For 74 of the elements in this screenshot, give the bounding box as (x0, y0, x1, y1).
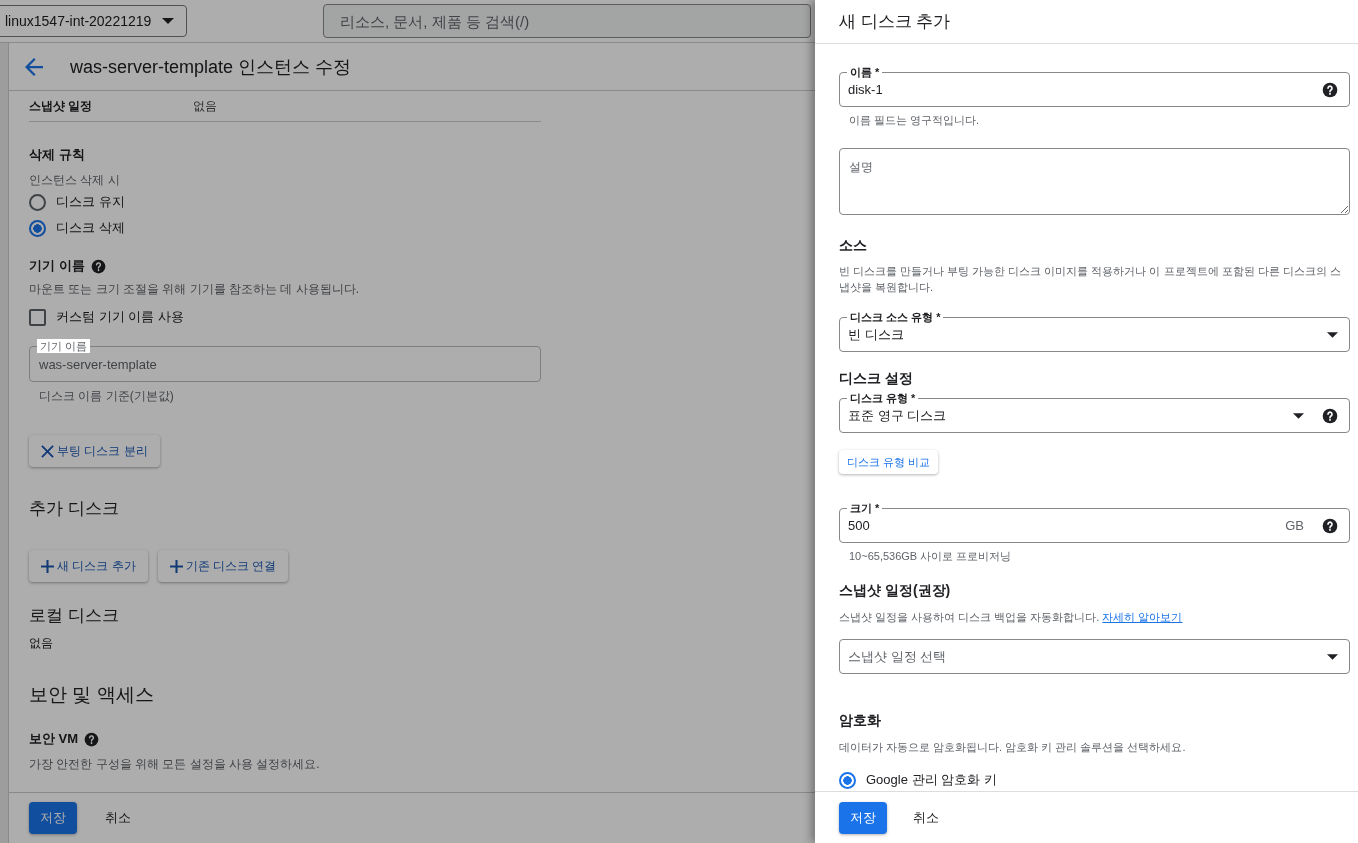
help-icon[interactable] (1322, 517, 1338, 534)
section-heading: 로컬 디스크 (29, 605, 119, 627)
section-description: 데이터가 자동으로 암호화됩니다. 암호화 키 관리 솔루션을 선택하세요. (839, 740, 1187, 755)
field-label: 디스크 유형 * (847, 391, 919, 405)
field-label: 이름 * (847, 65, 883, 79)
detach-boot-disk-button[interactable]: 부팅 디스크 분리 (29, 435, 160, 467)
field-value: 빈 디스크 (848, 325, 905, 344)
help-icon[interactable] (84, 731, 100, 747)
help-icon[interactable] (1322, 407, 1338, 424)
section-description: 마운트 또는 크기 조절을 위해 기기를 참조하는 데 사용됩니다. (29, 281, 359, 298)
disk-source-select[interactable]: 디스크 소스 유형 * 빈 디스크 (839, 309, 1350, 352)
field-label: 크기 * (847, 501, 883, 515)
plus-icon (169, 559, 183, 573)
unit-label: GB (1285, 518, 1304, 533)
name-field[interactable]: 이름 * disk-1 (839, 64, 1350, 107)
section-subtitle: 인스턴스 삭제 시 (29, 172, 120, 189)
dropdown-arrow-icon (1327, 331, 1338, 338)
radio-label: 디스크 유지 (56, 193, 125, 211)
search-field[interactable]: 리소스, 문서, 제품 등 검색(/) (323, 4, 811, 38)
caret-icon (162, 18, 174, 24)
add-disk-button[interactable]: 기존 디스크 연결 (157, 550, 289, 582)
checkbox-label: 커스텀 기기 이름 사용 (56, 308, 184, 326)
section-label: 보안 VM (29, 730, 79, 748)
cancel-button[interactable]: 취소 (909, 802, 943, 833)
section-heading: 암호화 (839, 712, 882, 730)
section-description: 빈 디스크를 만들거나 부팅 가능한 디스크 이미지를 적용하거나 이 프로젝트에 포함된 다른 디스크의 스냅샷을 복원합니다. (839, 264, 1342, 295)
field-hint: 디스크 이름 기준(기본값) (39, 388, 174, 405)
compare-disk-types-button[interactable]: 디스크 유형 비교 (839, 450, 939, 474)
section-heading: 보안 및 액세스 (29, 683, 154, 707)
dropdown-arrow-icon (1327, 653, 1338, 660)
radio-option[interactable]: 디스크 유지 (29, 189, 125, 215)
learn-more-link[interactable]: 자세히 알아보기 (1102, 611, 1183, 623)
field-label: 기기 이름 (37, 339, 91, 353)
section-heading: 디스크 설정 (839, 370, 914, 388)
panel-title: 새 디스크 추가 (839, 11, 951, 33)
plus-icon (41, 559, 54, 573)
field-value: was-server-template (39, 356, 157, 372)
save-button[interactable]: 저장 (29, 802, 77, 834)
field-value: 표준 영구 디스크 (848, 406, 948, 425)
radio-option[interactable]: 디스크 삭제 (29, 215, 125, 241)
row-value: 없음 (193, 97, 217, 115)
radio-option[interactable]: Google 관리 암호화 키 (839, 767, 997, 791)
add-disk-button[interactable]: 새 디스크 추가 (29, 550, 148, 582)
page-title: was-server-template 인스턴스 수정 (70, 55, 352, 79)
project-selector[interactable]: linux1547-int-20221219 (0, 5, 187, 37)
field-value: disk-1 (848, 82, 884, 97)
section-description: 가장 안전한 구성을 위해 모든 설정을 사용 설정하세요. (29, 756, 320, 773)
help-icon[interactable] (90, 258, 106, 274)
back-arrow-icon[interactable] (25, 57, 43, 76)
field-placeholder: 스냅샷 일정 선택 (848, 647, 948, 666)
size-field[interactable]: 크기 * 500 GB (839, 500, 1350, 543)
radio-label: 디스크 삭제 (56, 219, 125, 237)
save-button[interactable]: 저장 (839, 801, 887, 834)
section-description: 스냅샷 일정을 사용하여 디스크 백업을 자동화합니다. 자세히 알아보기 (839, 610, 1184, 625)
section-heading: 스냅샷 일정(권장) (839, 582, 952, 600)
description-field[interactable]: 설명 (839, 148, 1350, 215)
disk-type-select[interactable]: 디스크 유형 * 표준 영구 디스크 (839, 390, 1350, 433)
section-label: 삭제 규칙 (29, 146, 85, 164)
radio-label: Google 관리 암호화 키 (866, 771, 997, 789)
field-hint: 이름 필드는 영구적입니다. (849, 113, 981, 128)
section-label: 기기 이름 (29, 257, 85, 275)
section-heading: 소스 (839, 237, 868, 255)
section-heading: 추가 디스크 (29, 498, 119, 520)
cancel-button[interactable]: 취소 (101, 803, 135, 833)
field-hint: 10~65,536GB 사이로 프로비저닝 (849, 549, 1013, 564)
row-label: 스냅샷 일정 (29, 97, 94, 115)
checkbox-option[interactable]: 커스텀 기기 이름 사용 (29, 304, 184, 330)
field-value: 500 (848, 518, 871, 533)
snapshot-schedule-select[interactable]: 스냅샷 일정 선택 (839, 631, 1350, 674)
field-label: 디스크 소스 유형 * (847, 310, 944, 324)
section-value: 없음 (29, 635, 53, 652)
close-icon (41, 444, 54, 458)
dropdown-arrow-icon (1293, 412, 1304, 419)
help-icon[interactable] (1322, 81, 1338, 98)
